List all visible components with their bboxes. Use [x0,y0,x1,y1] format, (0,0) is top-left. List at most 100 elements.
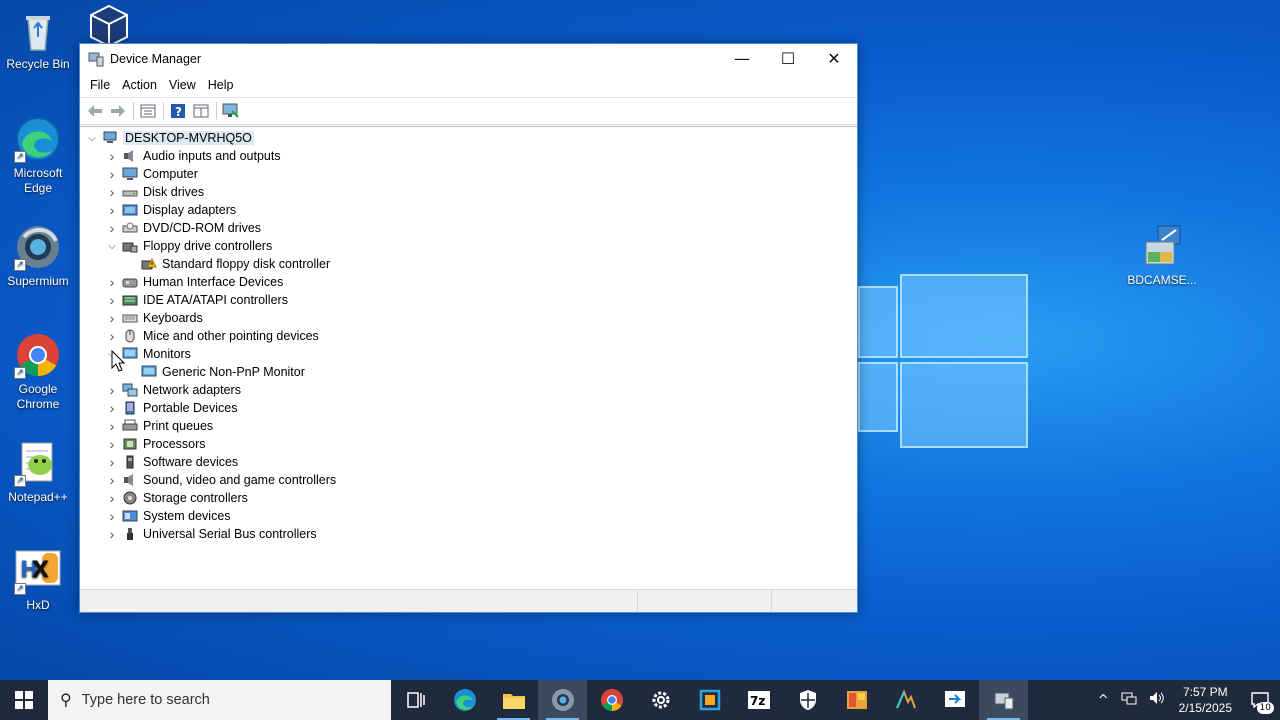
taskbar-virtualbox[interactable] [685,680,734,720]
tree-item-dvd-cd-rom-drives[interactable]: › DVD/CD-ROM drives [80,219,857,237]
tree-item-human-interface-devices[interactable]: › Human Interface Devices [80,273,857,291]
chevron-right-icon[interactable]: › [106,328,118,344]
close-button[interactable]: ✕ [811,44,857,73]
chevron-right-icon[interactable]: › [106,400,118,416]
settings-icon [652,691,669,709]
maximize-button[interactable]: ☐ [765,44,811,73]
tree-item-label: Display adapters [143,203,237,217]
tree-item-sound-video-and-game-controllers[interactable]: › Sound, video and game controllers [80,471,857,489]
taskbar-chrome[interactable] [587,680,636,720]
chevron-right-icon[interactable]: › [106,436,118,452]
taskbar-paint[interactable] [832,680,881,720]
desktop-icon-supermium[interactable]: ↗ Supermium [0,223,76,289]
chevron-right-icon[interactable]: › [106,508,118,524]
status-cell [80,590,638,612]
tree-item-computer[interactable]: › Computer [80,165,857,183]
chevron-right-icon[interactable]: › [106,184,118,200]
minimize-button[interactable]: — [719,44,765,73]
tree-item-universal-serial-bus-controllers[interactable]: › Universal Serial Bus controllers [80,525,857,543]
svg-text:?: ? [175,105,182,119]
hid-icon [122,275,138,289]
taskbar-7zip[interactable]: 7z [734,680,783,720]
device-manager-window[interactable]: Device Manager — ☐ ✕ File Action View He… [79,43,858,613]
volume-icon[interactable] [1143,691,1171,709]
desktop-icon-bdcamsetup[interactable]: BDCAMSE... [1124,222,1200,288]
show-hidden-icon[interactable] [190,101,212,121]
help-icon[interactable]: ? [167,101,189,121]
network-adapter-icon [122,383,138,397]
chevron-right-icon[interactable]: › [106,148,118,164]
taskbar-security[interactable] [783,680,832,720]
menu-action[interactable]: Action [116,78,163,92]
task-view-button[interactable] [391,680,440,720]
taskbar-settings[interactable] [636,680,685,720]
chevron-right-icon[interactable]: › [106,292,118,308]
tree-item-ide-ata-atapi-controllers[interactable]: › IDE ATA/ATAPI controllers [80,291,857,309]
taskbar-remote[interactable] [930,680,979,720]
desktop-icon-notepad-plus-plus[interactable]: ↗ Notepad++ [0,439,76,505]
tree-item-storage-controllers[interactable]: › Storage controllers [80,489,857,507]
chevron-right-icon[interactable]: › [106,382,118,398]
desktop-icon-edge[interactable]: ↗ Microsoft Edge [0,115,76,196]
tree-item-network-adapters[interactable]: › Network adapters [80,381,857,399]
taskbar-device-manager[interactable] [979,680,1028,720]
tree-item-label: Universal Serial Bus controllers [143,527,317,541]
tree-item-processors[interactable]: › Processors [80,435,857,453]
tree-item-keyboards[interactable]: › Keyboards [80,309,857,327]
system-device-icon [122,509,138,523]
tree-item-portable-devices[interactable]: › Portable Devices [80,399,857,417]
tree-item-label: Audio inputs and outputs [143,149,281,163]
scan-hardware-icon[interactable] [220,101,242,121]
windows-start-icon [15,691,33,709]
chevron-right-icon[interactable]: › [106,166,118,182]
tree-root[interactable]: ⌵ DESKTOP-MVRHQ5O [80,129,857,147]
chevron-right-icon[interactable]: › [106,418,118,434]
desktop-icon-recycle-bin[interactable]: Recycle Bin [0,6,76,72]
chevron-down-icon[interactable]: ⌵ [86,133,98,144]
taskbar-edge[interactable] [440,680,489,720]
chevron-right-icon[interactable]: › [106,220,118,236]
tree-item-print-queues[interactable]: › Print queues [80,417,857,435]
notification-center-button[interactable]: 10 [1240,680,1280,720]
floppy-warning-icon [141,257,157,271]
device-tree[interactable]: ⌵ DESKTOP-MVRHQ5O › Audio inputs and outp… [80,127,857,543]
title-bar[interactable]: Device Manager — ☐ ✕ [80,44,857,73]
chevron-up-icon[interactable]: ^ [1092,693,1115,708]
taskbar-file-explorer[interactable] [489,680,538,720]
device-tree-pane[interactable]: ⌵ DESKTOP-MVRHQ5O › Audio inputs and outp… [80,126,857,590]
tree-item-generic-non-pnp-monitor[interactable]: Generic Non-PnP Monitor [80,363,857,381]
chevron-right-icon[interactable]: › [106,310,118,326]
tree-item-system-devices[interactable]: › System devices [80,507,857,525]
toolbar-separator [163,102,164,120]
tree-item-disk-drives[interactable]: › Disk drives [80,183,857,201]
menu-help[interactable]: Help [202,78,240,92]
chevron-right-icon[interactable]: › [106,472,118,488]
chevron-down-icon[interactable]: ⌵ [106,241,118,252]
desktop-icon-chrome[interactable]: ↗ Google Chrome [0,331,76,412]
forward-icon[interactable] [107,101,129,121]
tree-item-floppy-drive-controllers[interactable]: ⌵ Floppy drive controllers [80,237,857,255]
taskbar-inkscape[interactable] [881,680,930,720]
menu-view[interactable]: View [163,78,202,92]
taskbar-supermium[interactable] [538,680,587,720]
desktop-icon-hxd[interactable]: HX ↗ HxD [0,547,76,613]
taskbar-search-box[interactable]: ⚲ Type here to search [48,680,391,720]
status-cell [772,590,857,612]
chevron-right-icon[interactable]: › [106,202,118,218]
tree-item-standard-floppy-disk-controller[interactable]: Standard floppy disk controller [80,255,857,273]
chevron-right-icon[interactable]: › [106,454,118,470]
clock[interactable]: 7:57 PM 2/15/2025 [1171,684,1240,716]
start-button[interactable] [0,680,48,720]
chevron-right-icon[interactable]: › [106,274,118,290]
chevron-right-icon[interactable]: › [106,490,118,506]
menu-file[interactable]: File [84,78,116,92]
tree-item-software-devices[interactable]: › Software devices [80,453,857,471]
chevron-right-icon[interactable]: › [106,526,118,542]
tree-item-mice-and-other-pointing-devices[interactable]: › Mice and other pointing devices [80,327,857,345]
properties-icon[interactable] [137,101,159,121]
network-icon[interactable] [1115,691,1143,709]
tree-item-monitors[interactable]: ⌵Monitors [80,345,857,363]
back-icon[interactable] [84,101,106,121]
tree-item-audio-inputs-and-outputs[interactable]: › Audio inputs and outputs [80,147,857,165]
tree-item-display-adapters[interactable]: › Display adapters [80,201,857,219]
